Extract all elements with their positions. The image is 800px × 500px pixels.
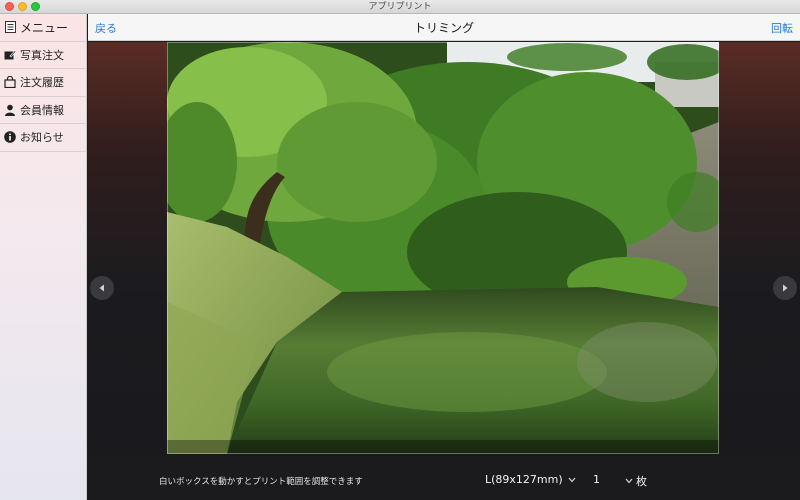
arrow-right-icon — [783, 284, 788, 292]
chevron-down-icon — [568, 477, 576, 482]
sidebar-item-news[interactable]: お知らせ — [0, 124, 86, 152]
photo-preview[interactable] — [167, 42, 719, 454]
arrow-left-icon — [99, 284, 104, 292]
person-icon — [4, 104, 16, 116]
sidebar-item-label: 注文履歴 — [20, 76, 64, 90]
window-titlebar: アプリプリント — [0, 0, 800, 14]
chevron-down-icon — [625, 478, 633, 484]
window-title: アプリプリント — [368, 2, 432, 12]
sidebar-item-photo-order[interactable]: 写真注文 — [0, 42, 86, 69]
bag-icon — [4, 76, 16, 89]
sidebar-item-label: メニュー — [20, 20, 69, 35]
previous-photo-button[interactable] — [90, 276, 114, 300]
trimming-area — [88, 42, 800, 500]
photo-edit-icon — [4, 49, 16, 61]
trimming-hint: 白いボックスを動かすとプリント範囲を調整できます — [159, 477, 363, 487]
list-icon — [4, 21, 16, 34]
quantity-select[interactable]: 枚 — [620, 473, 647, 489]
rotate-button[interactable]: 回転 — [771, 20, 793, 36]
sidebar-item-menu[interactable]: メニュー — [0, 14, 86, 42]
crop-dim-overlay — [167, 440, 719, 454]
quantity-value: 1 — [593, 473, 600, 486]
info-icon — [4, 131, 16, 144]
page-title: トリミング — [413, 21, 474, 35]
quantity-unit: 枚 — [636, 475, 647, 488]
bottom-toolbar: 白いボックスを動かすとプリント範囲を調整できます L(89x127mm) 1 枚 — [88, 456, 800, 500]
sidebar-item-label: 会員情報 — [20, 103, 64, 117]
sidebar-item-order-history[interactable]: 注文履歴 — [0, 69, 86, 97]
sidebar-item-member-info[interactable]: 会員情報 — [0, 97, 86, 124]
sidebar: メニュー 写真注文 注文履歴 会員情報 お知らせ — [0, 14, 87, 500]
sidebar-item-label: 写真注文 — [20, 48, 64, 62]
sidebar-item-label: お知らせ — [20, 131, 64, 145]
next-photo-button[interactable] — [773, 276, 797, 300]
print-size-value: L(89x127mm) — [485, 473, 563, 486]
navigation-bar: 戻る トリミング 回転 — [88, 14, 800, 41]
print-size-select[interactable]: L(89x127mm) — [485, 473, 579, 486]
